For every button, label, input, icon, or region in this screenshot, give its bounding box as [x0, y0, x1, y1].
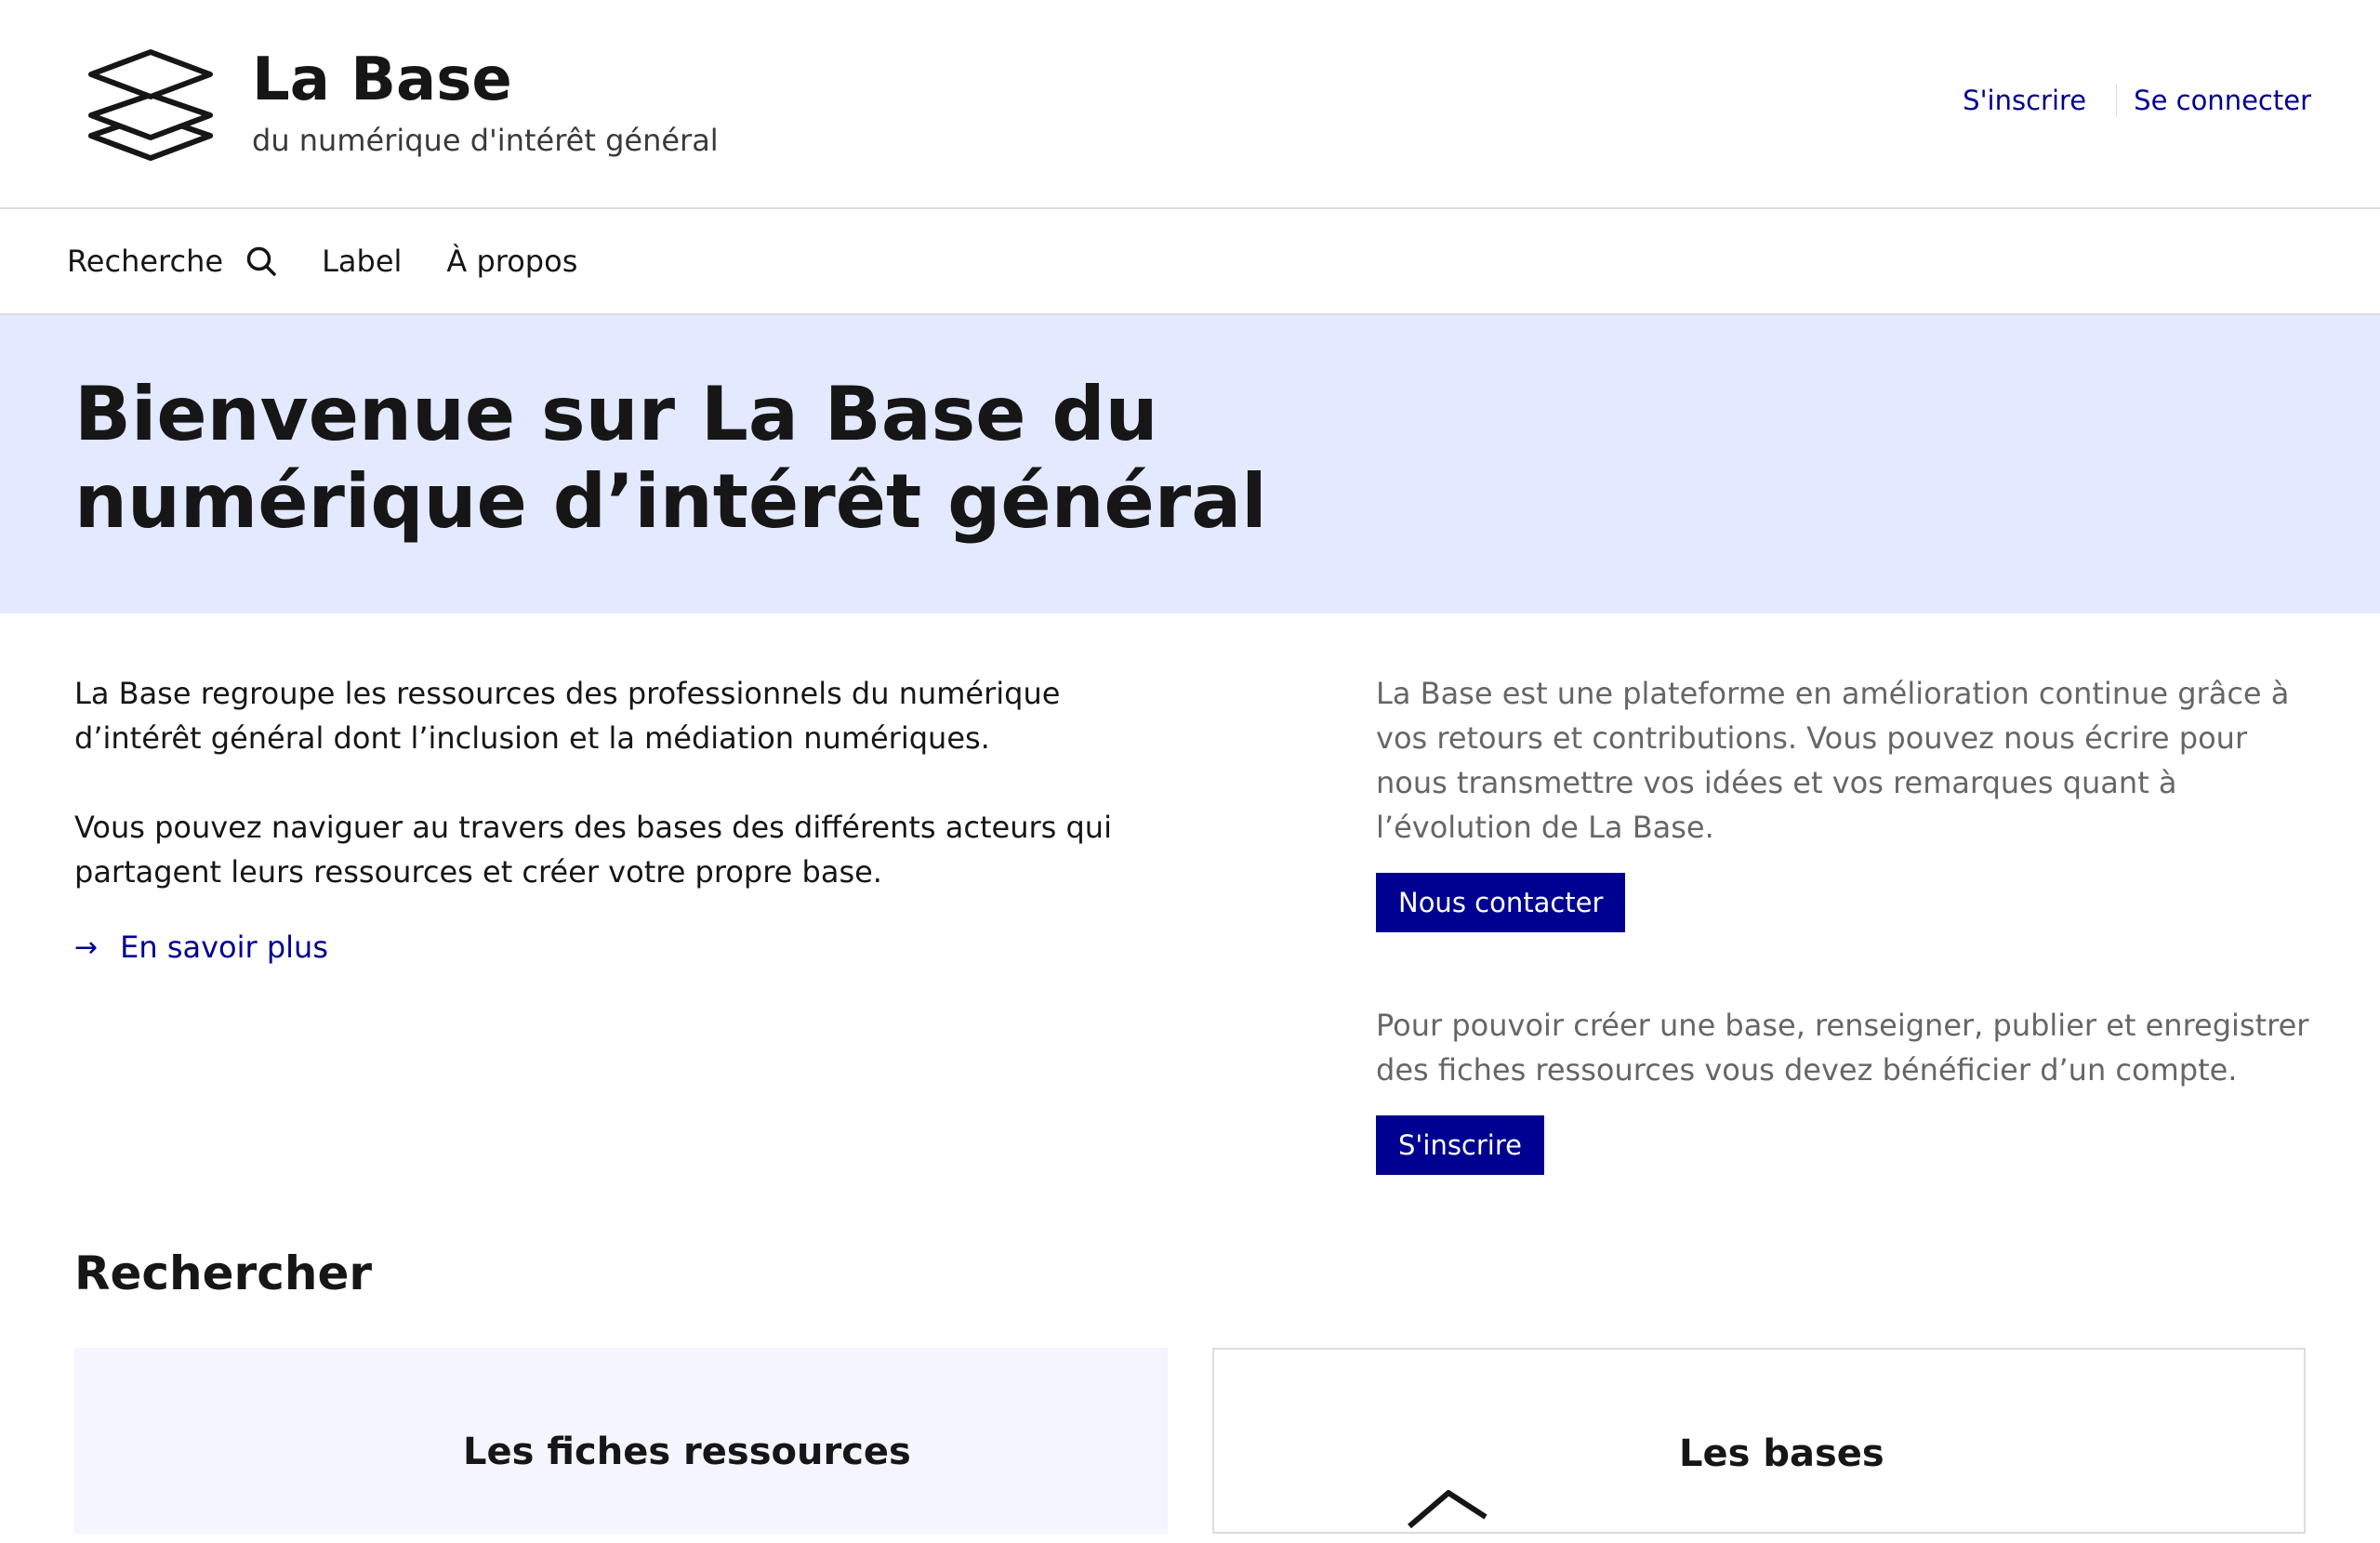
page-title: Bienvenue sur La Base du numérique d’int… [74, 371, 1267, 545]
nav-item-label[interactable]: Label [322, 244, 402, 279]
card-title: Les bases [1679, 1432, 1884, 1475]
site-header: La Base du numérique d'intérêt général S… [0, 0, 2380, 209]
nav-item-label: Recherche [67, 244, 224, 279]
bases-illustration-icon [1408, 1490, 1488, 1529]
layers-logo-icon[interactable] [86, 48, 216, 162]
brand-title[interactable]: La Base [252, 43, 512, 117]
search-icon [246, 246, 276, 276]
intro-paragraph: La Base regroupe les ressources des prof… [74, 676, 1061, 756]
hero-banner: Bienvenue sur La Base du numérique d’int… [0, 315, 2380, 613]
nav-item-recherche[interactable]: Recherche [67, 244, 277, 279]
contact-button[interactable]: Nous contacter [1376, 873, 1626, 932]
account-text: Pour pouvoir créer une base, renseigner,… [1376, 1008, 2309, 1088]
learn-more-label: En savoir plus [120, 930, 328, 965]
card-title: Les fiches ressources [463, 1431, 911, 1473]
arrow-right-icon: → [74, 930, 99, 964]
signup-link[interactable]: S'inscrire [1963, 82, 2086, 119]
signup-button[interactable]: S'inscrire [1376, 1115, 1544, 1175]
side-column: La Base est une plateforme en améliorati… [1376, 671, 2315, 1175]
header-link-separator [2116, 84, 2118, 117]
feedback-text: La Base est une plateforme en améliorati… [1376, 676, 2290, 845]
card-bases[interactable]: Les bases [1212, 1348, 2306, 1534]
brand-tagline: du numérique d'intérêt général [252, 123, 719, 158]
nav-item-a-propos[interactable]: À propos [446, 244, 577, 279]
search-section-title: Rechercher [74, 1246, 373, 1300]
login-link[interactable]: Se connecter [2134, 82, 2311, 119]
card-fiches-ressources[interactable]: Les fiches ressources [74, 1348, 1168, 1534]
intro-paragraph: Vous pouvez naviguer au travers des base… [74, 810, 1112, 890]
main-navigation: Recherche Label À propos [0, 209, 2380, 315]
nav-item-label-text: Label [322, 244, 403, 279]
header-account-links: S'inscrire Se connecter [1963, 82, 2311, 119]
nav-item-a-propos-text: À propos [446, 244, 578, 279]
learn-more-link[interactable]: → En savoir plus [74, 930, 1181, 965]
intro-column: La Base regroupe les ressources des prof… [74, 671, 1181, 965]
